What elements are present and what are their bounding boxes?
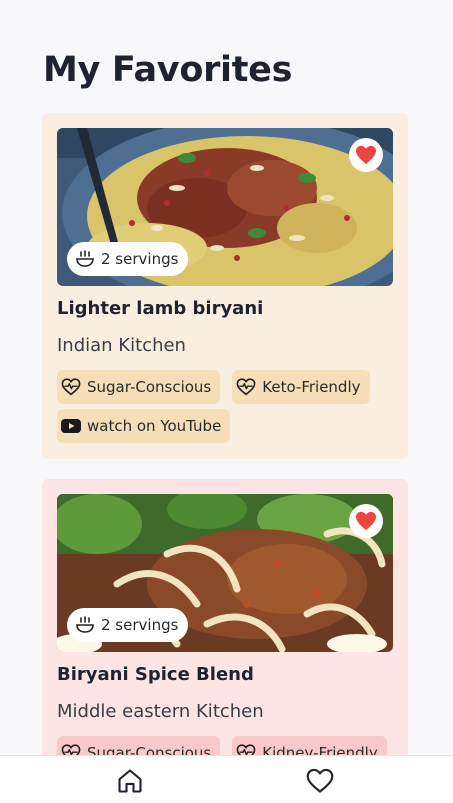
page-title: My Favorites <box>43 50 293 90</box>
recipe-tags: Sugar-Conscious Kidney-Friendly <box>57 736 393 755</box>
recipe-card[interactable]: 2 servings Lighter lamb biryani Indian K… <box>42 113 408 459</box>
heart-pulse-icon <box>61 743 81 755</box>
tag-kidney-friendly: Kidney-Friendly <box>232 736 387 755</box>
heart-pulse-icon <box>61 377 81 397</box>
nav-favorites-button[interactable] <box>305 766 335 796</box>
favorites-scroll-area[interactable]: My Favorites 2 servings Lighter lamb bir… <box>0 0 453 755</box>
servings-label: 2 servings <box>101 616 179 634</box>
nav-home-button[interactable] <box>115 766 145 796</box>
bottom-nav <box>0 755 453 803</box>
heart-icon <box>306 768 334 793</box>
recipe-title: Lighter lamb biryani <box>57 298 264 319</box>
heart-pulse-icon <box>236 743 256 755</box>
tag-label: Sugar-Conscious <box>87 744 212 755</box>
servings-badge: 2 servings <box>67 608 189 642</box>
tag-sugar-conscious: Sugar-Conscious <box>57 370 221 404</box>
servings-label: 2 servings <box>101 250 179 268</box>
youtube-icon <box>61 416 81 436</box>
tag-label: Kidney-Friendly <box>262 744 378 755</box>
recipe-title: Biryani Spice Blend <box>57 664 254 685</box>
tag-label: watch on YouTube <box>87 417 222 435</box>
favorite-button[interactable] <box>349 504 383 538</box>
recipe-photo: 2 servings <box>57 494 393 652</box>
recipe-card[interactable]: 2 servings Biryani Spice Blend Middle ea… <box>42 479 408 755</box>
watch-on-youtube-link[interactable]: watch on YouTube <box>57 409 231 443</box>
recipe-tags: Sugar-Conscious Keto-Friendly watch on Y… <box>57 370 393 443</box>
tag-keto-friendly: Keto-Friendly <box>232 370 370 404</box>
tag-sugar-conscious: Sugar-Conscious <box>57 736 221 755</box>
bowl-icon <box>76 250 94 267</box>
bowl-icon <box>76 616 94 633</box>
recipe-kitchen: Indian Kitchen <box>57 335 186 356</box>
heart-filled-icon <box>356 145 376 165</box>
recipe-photo: 2 servings <box>57 128 393 286</box>
recipe-kitchen: Middle eastern Kitchen <box>57 701 264 722</box>
tag-label: Sugar-Conscious <box>87 378 212 396</box>
tag-label: Keto-Friendly <box>262 378 361 396</box>
heart-filled-icon <box>356 511 376 531</box>
heart-pulse-icon <box>236 377 256 397</box>
servings-badge: 2 servings <box>67 242 189 276</box>
favorite-button[interactable] <box>349 138 383 172</box>
home-icon <box>118 769 142 793</box>
